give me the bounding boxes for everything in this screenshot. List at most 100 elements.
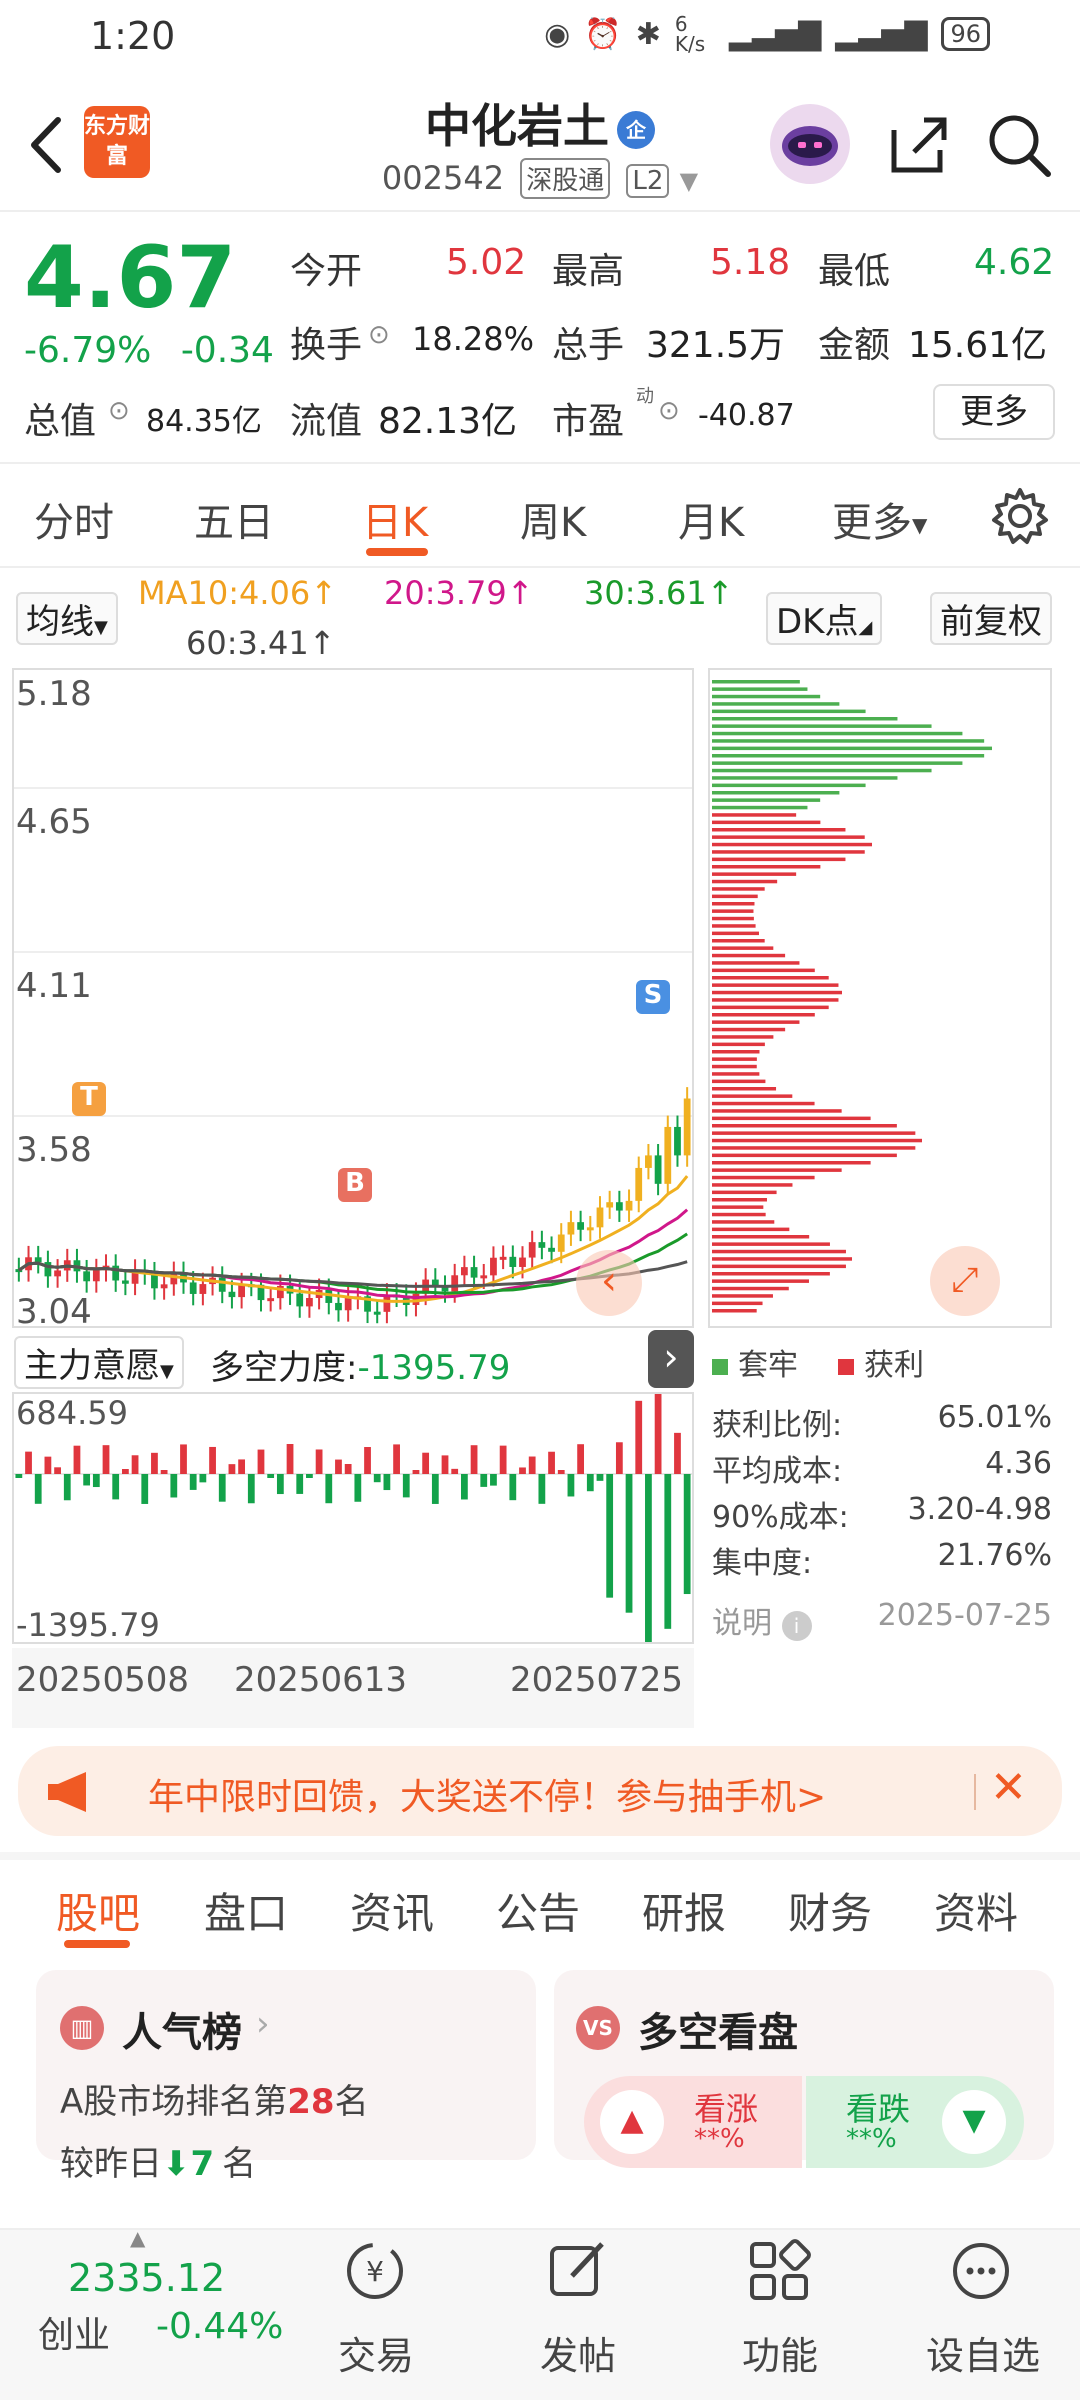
ma-selector[interactable]: 均线▼ bbox=[16, 592, 118, 645]
candle-body bbox=[567, 1222, 575, 1235]
index-change[interactable]: -0.44% bbox=[156, 2306, 283, 2347]
pe-label: 市盈 bbox=[552, 401, 625, 442]
chip-bar bbox=[712, 1175, 815, 1180]
chip-bar bbox=[712, 1242, 830, 1246]
chevron-right-icon[interactable]: › bbox=[256, 2004, 270, 2044]
marker-t[interactable]: T bbox=[72, 1082, 106, 1116]
date-label-1: 20250508 bbox=[16, 1660, 190, 1700]
indicator-next-icon[interactable]: › bbox=[648, 1330, 694, 1388]
tab-finance[interactable]: 财务 bbox=[788, 1880, 872, 1941]
indicator-bar bbox=[238, 1459, 246, 1474]
chip-distribution[interactable] bbox=[708, 668, 1052, 1328]
candle-body bbox=[499, 1256, 507, 1260]
tab-guba[interactable]: 股吧 bbox=[56, 1880, 140, 1941]
sentiment-title: 多空看盘 bbox=[638, 2010, 798, 2056]
turnover-value: 18.28% bbox=[412, 320, 535, 358]
more-button[interactable]: 更多 bbox=[933, 384, 1055, 440]
tab-news[interactable]: 资讯 bbox=[350, 1880, 434, 1941]
footer-trade[interactable]: 交易 bbox=[338, 2325, 414, 2380]
tab-profile[interactable]: 资料 bbox=[934, 1880, 1018, 1941]
chip-bar bbox=[712, 820, 821, 825]
assistant-avatar[interactable] bbox=[770, 104, 850, 184]
popularity-card[interactable] bbox=[36, 1970, 536, 2160]
date-label-3: 20250725 bbox=[510, 1660, 684, 1700]
indicator-bar bbox=[199, 1474, 207, 1483]
chip-bar bbox=[712, 694, 821, 699]
dk-button[interactable]: DK点◢ bbox=[766, 592, 883, 645]
tab-monthly-k[interactable]: 月K bbox=[678, 490, 744, 548]
banner-text[interactable]: 年中限时回馈，大奖送不停！参与抽手机> bbox=[148, 1768, 826, 1820]
indicator-bar bbox=[170, 1474, 178, 1498]
footer-post[interactable]: 发帖 bbox=[540, 2325, 616, 2380]
candle-body bbox=[635, 1167, 643, 1201]
chart-prev-icon[interactable]: ‹ bbox=[576, 1250, 642, 1316]
ellipsis-icon[interactable] bbox=[946, 2236, 1016, 2306]
info-icon[interactable]: ⊙ bbox=[658, 396, 680, 426]
indicator-bar bbox=[73, 1445, 81, 1474]
chip-bar bbox=[712, 835, 865, 839]
divider bbox=[0, 462, 1080, 464]
change-suffix: 名 bbox=[222, 2144, 257, 2184]
tab-weekly-k[interactable]: 周K bbox=[520, 490, 586, 548]
amount-value: 15.61亿 bbox=[908, 325, 1048, 366]
chip-bar bbox=[712, 1050, 760, 1054]
tab-announcements[interactable]: 公告 bbox=[496, 1880, 580, 1941]
edit-icon[interactable] bbox=[542, 2236, 612, 2306]
candle-body bbox=[470, 1267, 478, 1278]
candle-body bbox=[267, 1298, 275, 1302]
share-icon[interactable] bbox=[884, 110, 954, 180]
info-icon[interactable]: ⊙ bbox=[108, 396, 130, 426]
tab-intraday[interactable]: 分时 bbox=[34, 490, 114, 548]
candle-body bbox=[373, 1311, 381, 1315]
y-label-2: 4.65 bbox=[16, 802, 92, 842]
chip-bar bbox=[712, 680, 800, 684]
robot-icon bbox=[782, 126, 838, 166]
rank-value: 28 bbox=[287, 2082, 335, 2122]
rank-prefix: A股市场排名第 bbox=[60, 2082, 288, 2122]
tab-daily-k[interactable]: 日K bbox=[362, 490, 428, 548]
tag-sgt: 深股通 bbox=[520, 158, 611, 199]
indicator-bar bbox=[102, 1445, 110, 1474]
date-label-2: 20250613 bbox=[234, 1660, 408, 1700]
tab-pankou[interactable]: 盘口 bbox=[204, 1880, 288, 1941]
info-icon[interactable]: ⊙ bbox=[368, 320, 390, 350]
kline-chart[interactable] bbox=[12, 668, 694, 1328]
tab-five-day[interactable]: 五日 bbox=[194, 490, 274, 548]
marker-s[interactable]: S bbox=[636, 980, 670, 1014]
footer-functions[interactable]: 功能 bbox=[742, 2325, 818, 2380]
footer-add-watchlist[interactable]: 设自选 bbox=[926, 2325, 1040, 2380]
tab-more-label: 更多 bbox=[832, 500, 912, 546]
gear-icon[interactable] bbox=[990, 486, 1050, 546]
indicator-bar bbox=[364, 1447, 371, 1474]
indicator-bar bbox=[267, 1474, 275, 1478]
marker-b[interactable]: B bbox=[338, 1168, 372, 1202]
index-name[interactable]: 创业 bbox=[38, 2306, 110, 2358]
status-icons: ◉ ⏰ ✱ 6 K/s ▂▃▅▇ ▂▃▅▇ 96 bbox=[544, 14, 990, 54]
indicator-bar bbox=[441, 1455, 449, 1474]
trade-icon[interactable]: ¥ bbox=[340, 2236, 410, 2306]
dropdown-icon[interactable]: ▼ bbox=[680, 167, 698, 195]
y-label-bottom: 3.04 bbox=[16, 1292, 92, 1332]
indicator-selector[interactable]: 主力意愿▼ bbox=[14, 1336, 184, 1389]
float-value: 82.13亿 bbox=[378, 401, 518, 442]
tab-more[interactable]: 更多▼ bbox=[832, 490, 927, 548]
tab-research[interactable]: 研报 bbox=[642, 1880, 726, 1941]
chip-bar bbox=[712, 1072, 760, 1076]
ma30-label: 30:3.61↑ bbox=[584, 574, 734, 612]
chip-bar bbox=[712, 1272, 830, 1276]
volume-value: 321.5万 bbox=[646, 325, 786, 366]
indicator-bar bbox=[189, 1474, 197, 1490]
search-icon[interactable] bbox=[984, 110, 1054, 180]
expand-icon[interactable]: ⤢ bbox=[930, 1246, 1000, 1316]
chip-bar bbox=[712, 1124, 897, 1128]
chip-bar bbox=[712, 1220, 775, 1224]
amount-label: 金额 bbox=[818, 325, 891, 366]
indicator-label: 多空力度: bbox=[210, 1348, 358, 1388]
corner-icon: ◢ bbox=[858, 617, 873, 638]
close-icon[interactable]: ✕ bbox=[990, 1762, 1027, 1813]
chip-bar bbox=[712, 791, 840, 795]
candle-body bbox=[460, 1267, 468, 1276]
index-value[interactable]: 2335.12 bbox=[68, 2256, 225, 2300]
fq-button[interactable]: 前复权 bbox=[930, 592, 1052, 645]
grid-icon[interactable] bbox=[744, 2236, 814, 2306]
